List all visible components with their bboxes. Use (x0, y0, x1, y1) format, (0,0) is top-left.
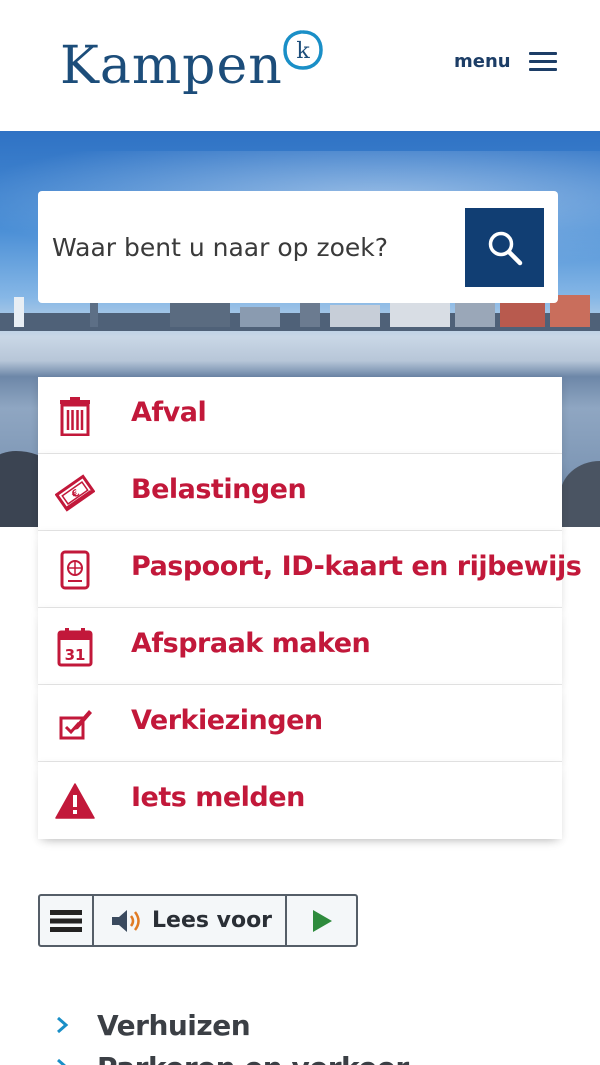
task-label: Afval (131, 397, 207, 428)
chevron-right-icon (55, 1014, 77, 1036)
top-tasks-list: Afval € Belastingen Paspoort, ID-kaart e… (38, 377, 582, 839)
task-label: Iets melden (131, 782, 305, 813)
logo-text: Kampen (60, 36, 283, 96)
lees-voor-button[interactable]: Lees voor (94, 896, 287, 945)
task-label: Verkiezingen (131, 705, 323, 736)
search-box (38, 191, 558, 303)
link-verhuizen[interactable]: Verhuizen (55, 1004, 595, 1046)
link-parkeren-en-verkeer[interactable]: Parkeren en verkeer (55, 1046, 595, 1065)
search-icon (488, 231, 522, 265)
task-paspoort[interactable]: Paspoort, ID-kaart en rijbewijs (38, 531, 582, 608)
play-button[interactable] (287, 896, 356, 945)
search-button[interactable] (465, 208, 544, 287)
task-afval[interactable]: Afval (38, 377, 562, 454)
warning-icon (54, 780, 96, 822)
link-label: Parkeren en verkeer (97, 1051, 409, 1065)
menu-button[interactable]: menu (454, 50, 557, 72)
task-label: Paspoort, ID-kaart en rijbewijs (131, 551, 582, 582)
logo-mark-icon: k (282, 30, 323, 70)
menu-icon (50, 909, 82, 932)
passport-icon (54, 549, 96, 591)
logo-mark-letter: k (296, 39, 310, 64)
chevron-right-icon (55, 1056, 77, 1065)
trash-icon (54, 395, 96, 437)
task-verkiezingen[interactable]: Verkiezingen (38, 685, 562, 762)
hamburger-icon (528, 50, 557, 72)
task-belastingen[interactable]: € Belastingen (38, 454, 562, 531)
money-icon: € (54, 472, 96, 514)
speaker-icon (112, 909, 140, 932)
play-icon (312, 909, 332, 932)
task-afspraak-maken[interactable]: 31 Afspraak maken (38, 608, 562, 685)
readspeaker-bar: Lees voor (38, 894, 358, 947)
search-input[interactable] (52, 227, 452, 267)
site-header: Kampen k menu (0, 0, 600, 131)
ballot-icon (54, 703, 96, 745)
readspeaker-menu-button[interactable] (40, 896, 94, 945)
menu-label: menu (454, 50, 511, 72)
calendar-day-text: 31 (65, 646, 86, 664)
link-label: Verhuizen (97, 1008, 251, 1042)
quick-links: Verhuizen Parkeren en verkeer (55, 1004, 595, 1065)
lees-voor-label: Lees voor (152, 908, 273, 933)
task-label: Belastingen (131, 474, 307, 505)
kampen-logo[interactable]: Kampen k (60, 30, 325, 110)
hero-rock-right (560, 461, 600, 527)
task-iets-melden[interactable]: Iets melden (38, 762, 562, 839)
calendar-icon: 31 (54, 626, 96, 668)
task-label: Afspraak maken (131, 628, 371, 659)
